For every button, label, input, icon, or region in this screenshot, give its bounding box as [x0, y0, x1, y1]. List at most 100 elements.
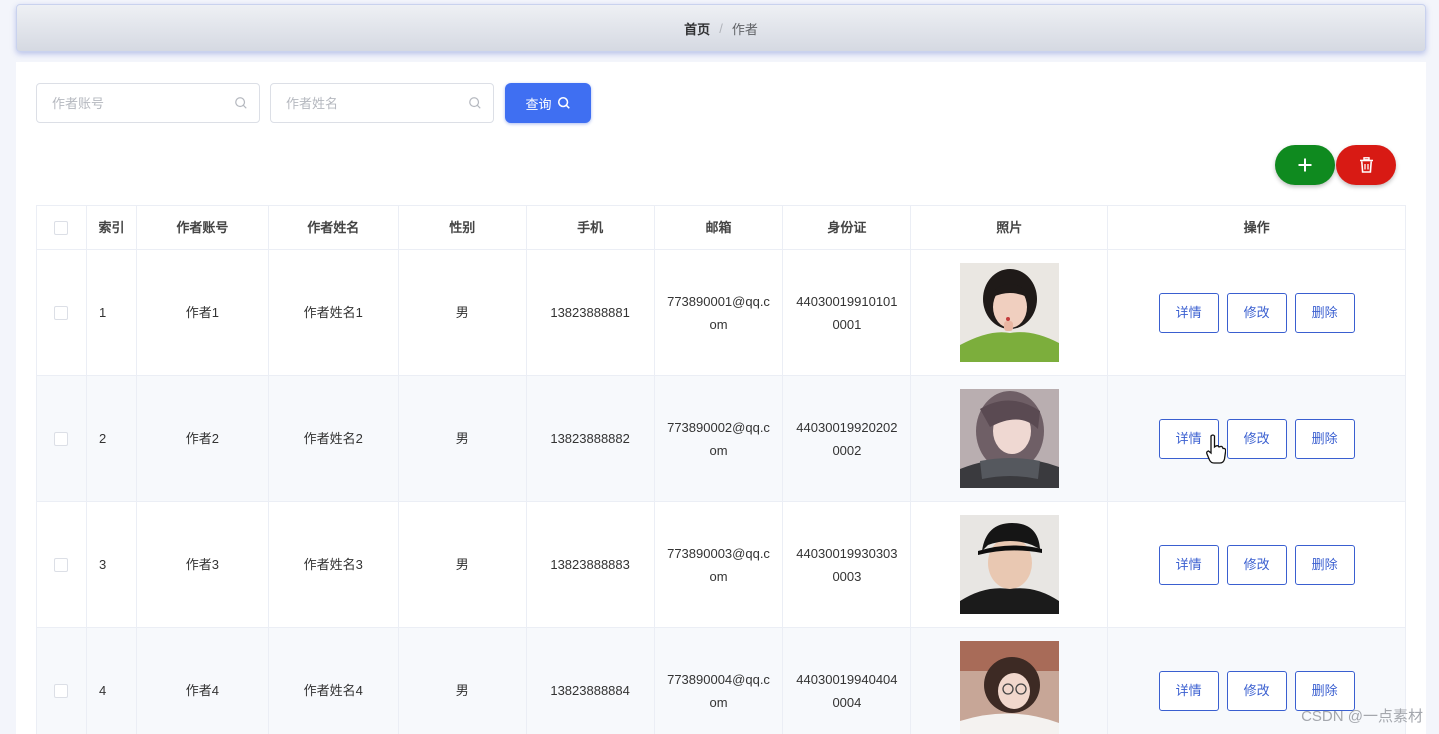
row-id-card-cell: 440300199404040004 — [783, 628, 912, 734]
row-operations: 详情 修改 删除 — [1108, 502, 1407, 628]
table-row: 4 作者4 作者姓名4 男 13823888884 773890004@qq.c… — [37, 628, 1407, 734]
header-phone: 手机 — [526, 206, 655, 250]
row-id-card: 440300199404040004 — [796, 671, 898, 710]
row-photo-cell — [911, 250, 1109, 376]
row-account: 作者4 — [137, 628, 269, 734]
row-gender: 男 — [398, 502, 527, 628]
add-button[interactable] — [1275, 145, 1335, 185]
main-panel: 查询 索引 作者账号 作者姓名 性别 手机 邮箱 身份证 — [16, 62, 1426, 734]
header-operations: 操作 — [1108, 206, 1407, 250]
row-checkbox[interactable] — [54, 305, 69, 320]
header-email: 邮箱 — [654, 206, 784, 250]
edit-button[interactable]: 修改 — [1226, 670, 1287, 711]
row-gender: 男 — [398, 250, 527, 376]
breadcrumb: 首页 / 作者 — [16, 4, 1426, 52]
row-id-card: 440300199101010001 — [796, 293, 898, 332]
header-select-all[interactable] — [37, 206, 87, 250]
row-email-cell: 773890003@qq.com — [654, 502, 784, 628]
author-photo — [959, 641, 1059, 734]
delete-button[interactable]: 删除 — [1294, 418, 1355, 459]
breadcrumb-separator: / — [719, 20, 723, 36]
row-index: 2 — [86, 376, 137, 502]
row-account: 作者2 — [136, 376, 269, 502]
row-account: 作者1 — [136, 250, 269, 376]
row-select[interactable] — [37, 628, 87, 734]
row-email-cell: 773890002@qq.com — [654, 376, 784, 502]
row-email-cell: 773890001@qq.com — [654, 250, 784, 376]
query-label: 查询 — [525, 96, 552, 112]
row-index: 4 — [87, 628, 137, 734]
row-operations: 详情 修改 删除 — [1108, 250, 1407, 376]
breadcrumb-current: 作者 — [731, 21, 758, 37]
row-checkbox[interactable] — [54, 431, 69, 446]
author-table: 索引 作者账号 作者姓名 性别 手机 邮箱 身份证 照片 操作 1 作者1 作者… — [36, 205, 1407, 734]
row-name: 作者姓名2 — [268, 376, 399, 502]
author-account-input[interactable] — [52, 84, 242, 122]
row-email: 773890002@qq.com — [667, 419, 770, 458]
row-name: 作者姓名1 — [268, 250, 399, 376]
author-photo — [959, 515, 1059, 614]
row-checkbox[interactable] — [54, 683, 69, 698]
watermark: CSDN @一点素材 — [1301, 708, 1423, 725]
row-gender: 男 — [399, 628, 527, 734]
row-checkbox[interactable] — [54, 557, 69, 572]
row-photo-cell — [911, 502, 1109, 628]
row-name: 作者姓名4 — [269, 628, 399, 734]
detail-button[interactable]: 详情 — [1158, 544, 1219, 585]
row-id-card-cell: 440300199101010001 — [783, 250, 912, 376]
row-photo-cell — [911, 628, 1109, 734]
row-email-cell: 773890004@qq.com — [655, 628, 784, 734]
table-row: 1 作者1 作者姓名1 男 13823888881 773890001@qq.c… — [37, 250, 1407, 376]
edit-button[interactable]: 修改 — [1226, 544, 1287, 585]
author-photo — [959, 263, 1059, 362]
row-gender: 男 — [398, 376, 527, 502]
header-id-card: 身份证 — [783, 206, 912, 250]
header-gender: 性别 — [398, 206, 527, 250]
row-phone: 13823888882 — [526, 376, 655, 502]
plus-icon — [1298, 158, 1312, 172]
row-phone: 13823888883 — [526, 502, 655, 628]
search-icon — [557, 96, 570, 109]
row-phone: 13823888884 — [527, 628, 655, 734]
header-photo: 照片 — [911, 206, 1109, 250]
edit-button[interactable]: 修改 — [1226, 292, 1287, 333]
row-id-card: 440300199303030003 — [796, 545, 898, 584]
trash-icon — [1359, 157, 1373, 173]
row-id-card-cell: 440300199202020002 — [783, 376, 912, 502]
edit-button[interactable]: 修改 — [1226, 418, 1287, 459]
row-email: 773890001@qq.com — [667, 293, 770, 332]
row-select[interactable] — [37, 376, 87, 502]
delete-button[interactable]: 删除 — [1294, 544, 1355, 585]
table-row: 3 作者3 作者姓名3 男 13823888883 773890003@qq.c… — [37, 502, 1407, 628]
row-id-card-cell: 440300199303030003 — [783, 502, 912, 628]
row-id-card: 440300199202020002 — [796, 419, 898, 458]
select-all-checkbox[interactable] — [54, 220, 69, 235]
author-account-search-field[interactable] — [36, 83, 260, 123]
author-name-input[interactable] — [286, 84, 476, 122]
search-icon — [469, 97, 481, 109]
header-name: 作者姓名 — [268, 206, 399, 250]
row-photo-cell — [911, 376, 1109, 502]
row-select[interactable] — [37, 250, 87, 376]
header-index: 索引 — [86, 206, 137, 250]
header-account: 作者账号 — [136, 206, 269, 250]
row-index: 1 — [86, 250, 137, 376]
detail-button[interactable]: 详情 — [1158, 292, 1219, 333]
detail-button[interactable]: 详情 — [1158, 670, 1219, 711]
row-name: 作者姓名3 — [268, 502, 399, 628]
row-operations: 详情 修改 删除 — [1108, 376, 1407, 502]
search-icon — [235, 97, 247, 109]
row-select[interactable] — [37, 502, 87, 628]
query-button[interactable]: 查询 — [505, 83, 591, 123]
row-index: 3 — [86, 502, 137, 628]
delete-button[interactable]: 删除 — [1294, 292, 1355, 333]
hand-cursor-icon — [1206, 434, 1226, 464]
table-header: 索引 作者账号 作者姓名 性别 手机 邮箱 身份证 照片 操作 — [37, 206, 1407, 250]
row-email: 773890003@qq.com — [667, 545, 770, 584]
batch-delete-button[interactable] — [1336, 145, 1396, 185]
row-email: 773890004@qq.com — [667, 671, 770, 710]
table-row: 2 作者2 作者姓名2 男 13823888882 773890002@qq.c… — [37, 376, 1407, 502]
row-phone: 13823888881 — [526, 250, 655, 376]
author-name-search-field[interactable] — [270, 83, 494, 123]
breadcrumb-home[interactable]: 首页 — [684, 19, 710, 38]
